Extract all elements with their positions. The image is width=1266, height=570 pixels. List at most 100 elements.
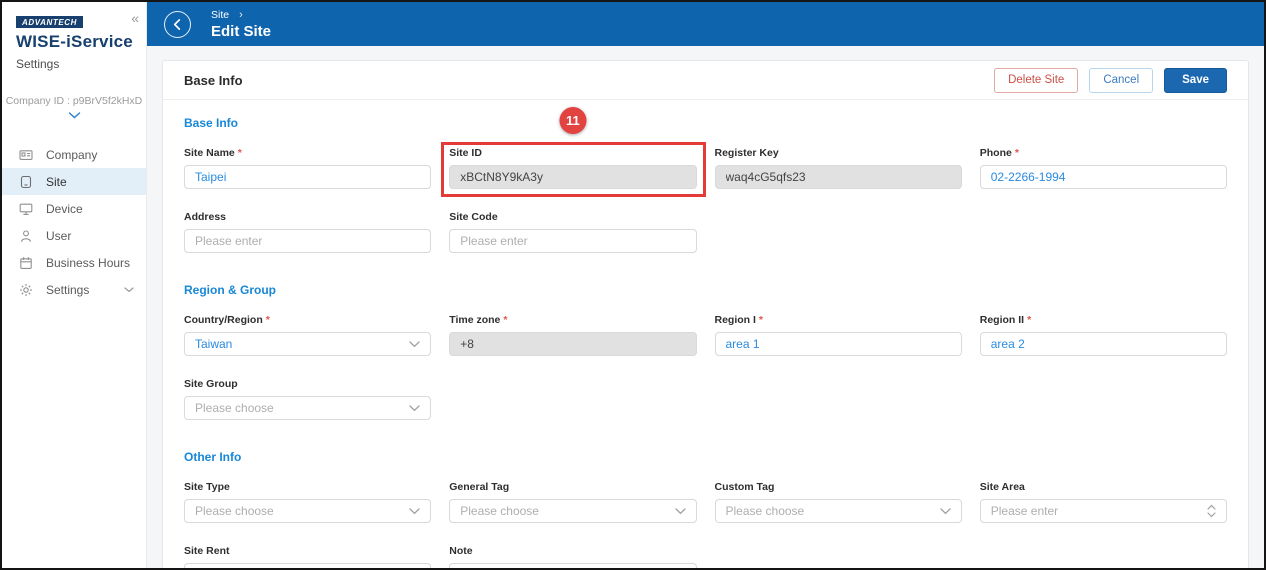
register-key-input bbox=[726, 170, 951, 184]
chevron-down-icon bbox=[124, 287, 134, 293]
delete-site-button[interactable]: Delete Site bbox=[994, 68, 1078, 93]
section-title-other-info: Other Info bbox=[184, 450, 1227, 464]
site-area-label: Site Area bbox=[980, 481, 1025, 493]
company-switch-chevron-icon[interactable] bbox=[2, 112, 146, 119]
site-group-select[interactable]: Please choose bbox=[184, 396, 431, 420]
field-phone: Phone* bbox=[980, 147, 1227, 189]
user-icon bbox=[19, 229, 33, 243]
site-type-label: Site Type bbox=[184, 481, 230, 493]
required-asterisk: * bbox=[1027, 314, 1031, 326]
field-note: Note bbox=[449, 545, 696, 568]
field-site-name: Site Name* bbox=[184, 147, 431, 189]
site-id-input bbox=[460, 170, 685, 184]
field-site-rent: Site Rent bbox=[184, 545, 431, 568]
brand-title: WISE-iService bbox=[16, 32, 146, 52]
device-icon bbox=[19, 202, 33, 216]
site-area-input[interactable] bbox=[991, 504, 1201, 518]
sidebar-item-site[interactable]: Site bbox=[2, 168, 146, 195]
field-site-id: 11 Site ID bbox=[449, 147, 696, 189]
sidebar-item-label: Business Hours bbox=[46, 256, 130, 270]
chevron-down-icon bbox=[403, 508, 420, 515]
sidebar-item-settings[interactable]: Settings bbox=[2, 276, 146, 303]
page-header: Site › Edit Site bbox=[147, 2, 1264, 46]
page-title: Edit Site bbox=[211, 23, 271, 40]
site-icon bbox=[19, 175, 33, 189]
base-info-grid: Site Name* 11 Site ID Register Key bbox=[184, 147, 1227, 253]
sidebar-item-label: User bbox=[46, 229, 71, 243]
sidebar-item-user[interactable]: User bbox=[2, 222, 146, 249]
callout-badge-11: 11 bbox=[559, 107, 586, 134]
note-label: Note bbox=[449, 545, 472, 557]
site-group-label: Site Group bbox=[184, 378, 238, 390]
site-id-label: Site ID bbox=[449, 147, 482, 159]
business-hours-icon bbox=[19, 256, 33, 270]
country-region-select[interactable]: Taiwan bbox=[184, 332, 431, 356]
region-1-label: Region I bbox=[715, 314, 756, 326]
region-1-input[interactable] bbox=[726, 337, 951, 351]
content-area: Base Info Delete Site Cancel Save Base I… bbox=[147, 46, 1264, 568]
company-id-label: Company ID : p9BrV5f2kHxD bbox=[2, 95, 146, 107]
field-time-zone: Time zone* bbox=[449, 314, 696, 356]
region-2-label: Region II bbox=[980, 314, 1024, 326]
chevron-left-icon bbox=[165, 11, 190, 38]
form-body: Base Info Site Name* 11 Site ID bbox=[163, 100, 1248, 568]
custom-tag-select[interactable]: Please choose bbox=[715, 499, 962, 523]
chevron-down-icon bbox=[403, 405, 420, 412]
save-button[interactable]: Save bbox=[1164, 68, 1227, 93]
general-tag-select[interactable]: Please choose bbox=[449, 499, 696, 523]
sidebar-collapse-icon[interactable]: « bbox=[131, 11, 139, 25]
phone-label: Phone bbox=[980, 147, 1012, 159]
field-register-key: Register Key bbox=[715, 147, 962, 189]
site-name-input[interactable] bbox=[195, 170, 420, 184]
field-site-code: Site Code bbox=[449, 211, 696, 253]
field-custom-tag: Custom Tag Please choose bbox=[715, 481, 962, 523]
sidebar-item-label: Site bbox=[46, 175, 67, 189]
address-label: Address bbox=[184, 211, 226, 223]
chevron-down-icon bbox=[934, 508, 951, 515]
register-key-label: Register Key bbox=[715, 147, 779, 159]
site-code-label: Site Code bbox=[449, 211, 497, 223]
site-type-select[interactable]: Please choose bbox=[184, 499, 431, 523]
general-tag-label: General Tag bbox=[449, 481, 509, 493]
required-asterisk: * bbox=[1015, 147, 1019, 159]
other-info-grid: Site Type Please choose General Tag Plea… bbox=[184, 481, 1227, 568]
main-area: Site › Edit Site Base Info Delete Site C… bbox=[147, 2, 1264, 568]
sidebar-item-business-hours[interactable]: Business Hours bbox=[2, 249, 146, 276]
action-buttons: Delete Site Cancel Save bbox=[994, 68, 1227, 93]
stepper-icon[interactable] bbox=[1201, 504, 1216, 518]
custom-tag-label: Custom Tag bbox=[715, 481, 775, 493]
breadcrumb-site[interactable]: Site bbox=[211, 9, 229, 21]
field-address: Address bbox=[184, 211, 431, 253]
card-title: Base Info bbox=[184, 73, 243, 88]
region-2-input[interactable] bbox=[991, 337, 1216, 351]
company-icon bbox=[19, 148, 33, 162]
breadcrumb-separator: › bbox=[239, 9, 243, 21]
card-header: Base Info Delete Site Cancel Save bbox=[163, 61, 1248, 100]
cancel-button[interactable]: Cancel bbox=[1089, 68, 1153, 93]
required-asterisk: * bbox=[759, 314, 763, 326]
address-input[interactable] bbox=[195, 234, 420, 248]
sidebar-item-label: Device bbox=[46, 202, 83, 216]
time-zone-label: Time zone bbox=[449, 314, 500, 326]
field-site-group: Site Group Please choose bbox=[184, 378, 431, 420]
sidebar-item-label: Company bbox=[46, 148, 97, 162]
sidebar: « ADVANTECH WISE-iService Settings Compa… bbox=[2, 2, 147, 568]
field-region-1: Region I* bbox=[715, 314, 962, 356]
breadcrumb: Site › bbox=[211, 9, 271, 21]
header-text: Site › Edit Site bbox=[211, 9, 271, 40]
sidebar-menu: Company Site Device User bbox=[2, 141, 146, 303]
sidebar-item-company[interactable]: Company bbox=[2, 141, 146, 168]
site-code-input[interactable] bbox=[460, 234, 685, 248]
field-site-type: Site Type Please choose bbox=[184, 481, 431, 523]
sidebar-item-label: Settings bbox=[46, 283, 89, 297]
required-asterisk: * bbox=[266, 314, 270, 326]
field-site-area: Site Area bbox=[980, 481, 1227, 523]
phone-input[interactable] bbox=[991, 170, 1216, 184]
sidebar-item-device[interactable]: Device bbox=[2, 195, 146, 222]
field-region-2: Region II* bbox=[980, 314, 1227, 356]
back-button[interactable] bbox=[164, 11, 191, 38]
site-rent-label: Site Rent bbox=[184, 545, 230, 557]
advantech-logo: ADVANTECH bbox=[16, 16, 83, 28]
time-zone-input bbox=[460, 337, 685, 351]
region-group-grid: Country/Region* Taiwan Time zone* Region bbox=[184, 314, 1227, 420]
